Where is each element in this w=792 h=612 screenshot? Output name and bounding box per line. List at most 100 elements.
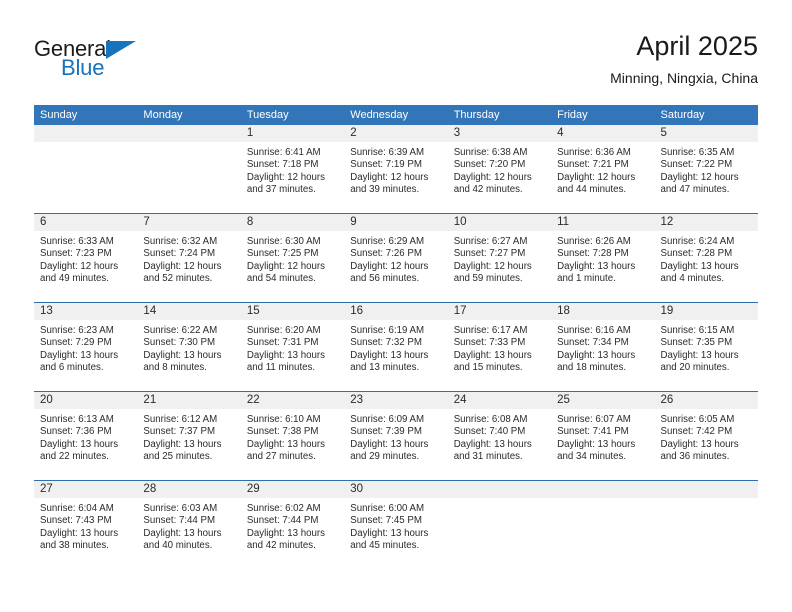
day-daylight-2-text: and 45 minutes. [350,540,420,552]
day-daylight-1-text: Daylight: 13 hours [246,438,325,450]
day-number: 3 [447,125,552,142]
day-cell-23[interactable]: 23 Sunrise: 6:09 AM Sunset: 7:39 PM Dayligh… [344,392,448,480]
day-sunrise-text: Sunrise: 6:36 AM [557,147,631,158]
day-daylight-1-text: Daylight: 12 hours [350,260,429,272]
day-number: 30 [344,481,448,498]
day-daylight-1-text: Daylight: 13 hours [40,527,119,539]
day-sunrise-text: Sunrise: 6:26 AM [557,236,631,247]
day-cell-18[interactable]: 18 Sunrise: 6:16 AM Sunset: 7:34 PM Dayligh… [551,303,655,391]
day-number: 12 [654,214,758,231]
day-sun-info: Sunrise: 6:05 AM Sunset: 7:42 PM Daylight:… [655,409,758,464]
day-number: 4 [551,125,655,142]
day-sun-info: Sunrise: 6:08 AM Sunset: 7:40 PM Daylight:… [448,409,551,464]
day-sunset-text: Sunset: 7:18 PM [246,159,319,171]
day-sun-info: Sunrise: 6:10 AM Sunset: 7:38 PM Daylight:… [241,409,344,464]
day-cell-30[interactable]: 30 Sunrise: 6:00 AM Sunset: 7:45 PM Dayligh… [344,481,448,570]
day-sunset-text: Sunset: 7:26 PM [350,248,422,260]
day-sunrise-text: Sunrise: 6:00 AM [350,503,425,514]
day-sunrise-text: Sunrise: 6:10 AM [246,414,321,425]
day-daylight-2-text: and 20 minutes. [660,362,730,374]
day-cell-13[interactable]: 13 Sunrise: 6:23 AM Sunset: 7:29 PM Dayligh… [34,303,138,391]
day-cell-8[interactable]: 8 Sunrise: 6:30 AM Sunset: 7:25 PM Daylight… [240,214,345,302]
day-sunset-text: Sunset: 7:25 PM [246,248,319,260]
day-daylight-1-text: Daylight: 13 hours [143,527,222,539]
day-cell-6[interactable]: 6 Sunrise: 6:33 AM Sunset: 7:23 PM Daylight… [34,214,138,302]
general-blue-logo[interactable]: General Blue [34,36,204,88]
day-number: 20 [34,392,138,409]
day-sun-info: Sunrise: 6:23 AM Sunset: 7:29 PM Daylight:… [34,320,137,375]
day-cell-22[interactable]: 22 Sunrise: 6:10 AM Sunset: 7:38 PM Dayligh… [240,392,345,480]
day-daylight-2-text: and 42 minutes. [246,540,316,552]
day-cell-empty [551,481,655,570]
day-cell-25[interactable]: 25 Sunrise: 6:07 AM Sunset: 7:41 PM Dayligh… [551,392,655,480]
day-number [551,481,655,498]
day-number: 6 [34,214,138,231]
day-sun-info: Sunrise: 6:19 AM Sunset: 7:32 PM Daylight:… [344,320,447,375]
day-sun-info: Sunrise: 6:32 AM Sunset: 7:24 PM Daylight:… [137,231,240,286]
day-sun-info: Sunrise: 6:17 AM Sunset: 7:33 PM Daylight:… [448,320,551,375]
day-daylight-2-text: and 22 minutes. [40,451,109,463]
day-daylight-1-text: Daylight: 12 hours [557,171,636,183]
day-sun-info: Sunrise: 6:38 AM Sunset: 7:20 PM Daylight:… [448,142,551,197]
day-cell-3[interactable]: 3 Sunrise: 6:38 AM Sunset: 7:20 PM Daylight… [447,125,552,213]
day-sunrise-text: Sunrise: 6:38 AM [453,147,528,158]
day-sunset-text: Sunset: 7:31 PM [246,337,319,349]
day-cell-19[interactable]: 19 Sunrise: 6:15 AM Sunset: 7:35 PM Dayligh… [654,303,758,391]
day-daylight-1-text: Daylight: 13 hours [453,349,532,361]
day-sun-info: Sunrise: 6:09 AM Sunset: 7:39 PM Daylight:… [344,409,447,464]
day-daylight-2-text: and 25 minutes. [143,451,213,463]
day-cell-29[interactable]: 29 Sunrise: 6:02 AM Sunset: 7:44 PM Dayligh… [240,481,345,570]
day-sun-info: Sunrise: 6:39 AM Sunset: 7:19 PM Daylight:… [344,142,447,197]
day-sunrise-text: Sunrise: 6:08 AM [453,414,528,425]
day-number: 17 [447,303,552,320]
day-cell-5[interactable]: 5 Sunrise: 6:35 AM Sunset: 7:22 PM Daylight… [654,125,758,213]
day-sun-info: Sunrise: 6:22 AM Sunset: 7:30 PM Daylight:… [137,320,240,375]
day-daylight-2-text: and 8 minutes. [143,362,207,374]
day-cell-24[interactable]: 24 Sunrise: 6:08 AM Sunset: 7:40 PM Dayligh… [447,392,552,480]
day-sunset-text: Sunset: 7:34 PM [557,337,629,349]
day-cell-15[interactable]: 15 Sunrise: 6:20 AM Sunset: 7:31 PM Dayligh… [240,303,345,391]
day-sunrise-text: Sunrise: 6:23 AM [40,325,114,336]
day-cell-12[interactable]: 12 Sunrise: 6:24 AM Sunset: 7:28 PM Dayligh… [654,214,758,302]
day-number: 16 [344,303,448,320]
weekday-header-friday: Friday [557,109,588,121]
day-cell-7[interactable]: 7 Sunrise: 6:32 AM Sunset: 7:24 PM Daylight… [137,214,241,302]
day-daylight-1-text: Daylight: 13 hours [660,349,739,361]
weekday-header-row: Sunday Monday Tuesday Wednesday Thursday Frid… [34,105,758,125]
day-daylight-1-text: Daylight: 12 hours [246,171,325,183]
day-number: 15 [240,303,345,320]
day-number: 10 [447,214,552,231]
day-sun-info: Sunrise: 6:02 AM Sunset: 7:44 PM Daylight:… [241,498,344,553]
day-cell-14[interactable]: 14 Sunrise: 6:22 AM Sunset: 7:30 PM Dayligh… [137,303,241,391]
day-number: 7 [137,214,241,231]
day-cell-20[interactable]: 20 Sunrise: 6:13 AM Sunset: 7:36 PM Dayligh… [34,392,138,480]
day-sun-info: Sunrise: 6:12 AM Sunset: 7:37 PM Daylight:… [137,409,240,464]
day-cell-1[interactable]: 1 Sunrise: 6:41 AM Sunset: 7:18 PM Daylight… [240,125,345,213]
day-daylight-1-text: Daylight: 13 hours [246,349,325,361]
calendar-week-row: 6 Sunrise: 6:33 AM Sunset: 7:23 PM Daylight… [34,214,758,303]
day-daylight-1-text: Daylight: 12 hours [453,260,532,272]
day-cell-21[interactable]: 21 Sunrise: 6:12 AM Sunset: 7:37 PM Dayligh… [137,392,241,480]
day-sunset-text: Sunset: 7:22 PM [660,159,733,171]
day-sunset-text: Sunset: 7:23 PM [40,248,112,260]
day-daylight-1-text: Daylight: 13 hours [143,349,222,361]
day-daylight-2-text: and 44 minutes. [557,184,627,196]
day-cell-16[interactable]: 16 Sunrise: 6:19 AM Sunset: 7:32 PM Dayligh… [344,303,448,391]
day-daylight-1-text: Daylight: 13 hours [350,438,429,450]
day-daylight-1-text: Daylight: 13 hours [453,438,532,450]
day-cell-11[interactable]: 11 Sunrise: 6:26 AM Sunset: 7:28 PM Dayligh… [551,214,655,302]
day-cell-27[interactable]: 27 Sunrise: 6:04 AM Sunset: 7:43 PM Dayligh… [34,481,138,570]
day-cell-28[interactable]: 28 Sunrise: 6:03 AM Sunset: 7:44 PM Dayligh… [137,481,241,570]
day-cell-17[interactable]: 17 Sunrise: 6:17 AM Sunset: 7:33 PM Dayligh… [447,303,552,391]
day-daylight-1-text: Daylight: 12 hours [453,171,532,183]
day-cell-2[interactable]: 2 Sunrise: 6:39 AM Sunset: 7:19 PM Daylight… [344,125,448,213]
day-cell-26[interactable]: 26 Sunrise: 6:05 AM Sunset: 7:42 PM Dayligh… [654,392,758,480]
day-sun-info: Sunrise: 6:29 AM Sunset: 7:26 PM Daylight:… [344,231,447,286]
day-daylight-2-text: and 34 minutes. [557,451,627,463]
calendar-weeks: 1 Sunrise: 6:41 AM Sunset: 7:18 PM Daylight… [34,125,758,570]
day-cell-4[interactable]: 4 Sunrise: 6:36 AM Sunset: 7:21 PM Daylight… [551,125,655,213]
day-cell-10[interactable]: 10 Sunrise: 6:27 AM Sunset: 7:27 PM Dayligh… [447,214,552,302]
day-number: 29 [240,481,345,498]
logo-text-blue: Blue [61,55,105,80]
day-cell-9[interactable]: 9 Sunrise: 6:29 AM Sunset: 7:26 PM Daylight… [344,214,448,302]
